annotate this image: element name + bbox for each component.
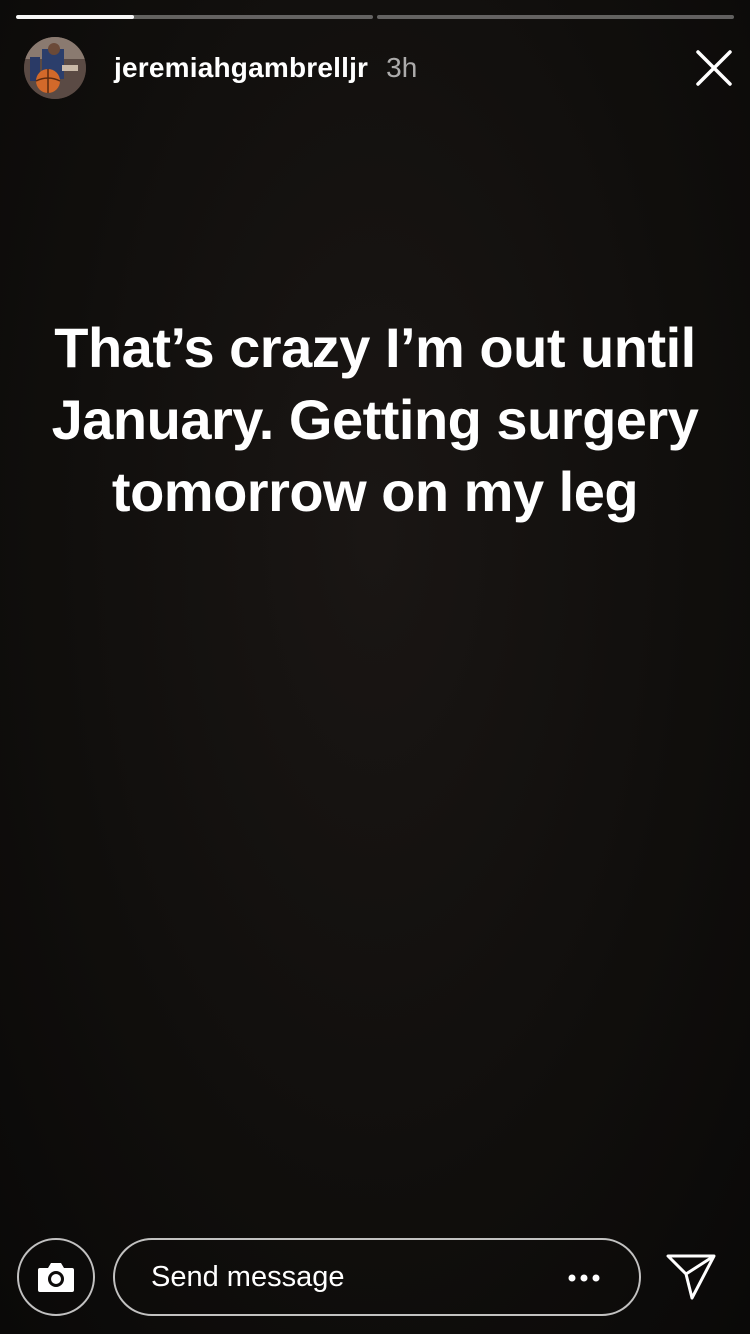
progress-segment bbox=[377, 15, 734, 19]
close-button[interactable] bbox=[692, 46, 736, 90]
send-icon bbox=[666, 1254, 716, 1300]
story-header: jeremiahgambrelljr 3h bbox=[24, 36, 736, 100]
camera-button[interactable] bbox=[17, 1238, 95, 1316]
story-text: That’s crazy I’m out until January. Gett… bbox=[51, 316, 699, 523]
send-button[interactable] bbox=[664, 1252, 718, 1302]
close-icon bbox=[696, 50, 732, 86]
story-background bbox=[0, 0, 750, 1334]
more-options-button[interactable] bbox=[567, 1268, 601, 1288]
story-username[interactable]: jeremiahgambrelljr bbox=[114, 52, 368, 84]
basketball-player-avatar-icon bbox=[24, 37, 86, 99]
send-message-input[interactable]: Send message bbox=[113, 1238, 641, 1316]
story-reply-bar: Send message bbox=[0, 1238, 750, 1318]
progress-fill bbox=[16, 15, 134, 19]
camera-icon bbox=[38, 1263, 74, 1292]
more-dots-icon bbox=[568, 1274, 600, 1282]
story-timestamp: 3h bbox=[386, 52, 418, 83]
progress-segment bbox=[16, 15, 373, 19]
story-progress-bar bbox=[16, 15, 734, 19]
send-message-placeholder: Send message bbox=[151, 1260, 345, 1293]
avatar[interactable] bbox=[24, 37, 86, 99]
